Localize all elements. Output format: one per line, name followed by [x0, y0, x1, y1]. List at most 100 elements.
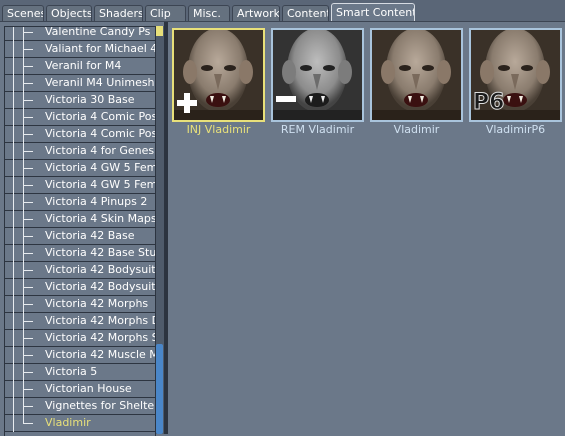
- p6-badge: P6: [472, 90, 505, 115]
- tree-guide-line: [13, 227, 14, 245]
- tree-item[interactable]: Victoria 4 GW 5 Female P: [5, 176, 155, 194]
- tree-branch-line: [23, 372, 33, 373]
- tree-branch-line: [23, 236, 33, 237]
- tree-item[interactable]: Victoria 4 Comic Pose Co: [5, 125, 155, 143]
- tree-item[interactable]: Veranil for M4: [5, 57, 155, 75]
- content-tree: Valentine Candy Ps Valiant for Michael 4 V…: [4, 26, 156, 436]
- tree-guide-line: [13, 125, 14, 143]
- tree-item[interactable]: Victoria 42 Bodysuit: [5, 261, 156, 279]
- tab-shaders[interactable]: Shaders: [94, 5, 143, 22]
- tree-guide-line: [13, 210, 14, 228]
- tree-item[interactable]: Valentine Candy Ps: [5, 27, 155, 41]
- content-tree-panel: Valentine Candy Ps Valiant for Michael 4 V…: [0, 22, 168, 436]
- tree-branch-line: [23, 151, 33, 152]
- tree-item-label: Victoria 4 Skin Maps St: [45, 212, 156, 225]
- tree-guide-line: [13, 261, 14, 279]
- tree-item[interactable]: Victoria 42 Morphs Dev: [5, 312, 155, 330]
- tree-item[interactable]: Victoria 4 Comic Pose Ca: [5, 108, 155, 126]
- tree-guide-line: [13, 57, 14, 75]
- tree-branch-line: [23, 355, 33, 356]
- scrollbar-top-marker: [156, 26, 163, 36]
- tree-branch-line: [23, 321, 33, 322]
- tree-guide-line: [13, 380, 14, 398]
- thumbnail-inj-vladimir[interactable]: INJ Vladimir: [172, 28, 265, 140]
- tree-item[interactable]: Victoria 42 Morphs Stu: [5, 329, 155, 347]
- thumbnail-caption: VladimirP6: [485, 123, 546, 136]
- tab-misc[interactable]: Misc.: [188, 5, 230, 22]
- tree-item[interactable]: Veranil M4 Unimesh Fit: [5, 74, 155, 92]
- thumbnail-rem-vladimir[interactable]: REM Vladimir: [271, 28, 364, 140]
- tree-branch-line: [23, 423, 33, 424]
- minus-icon: [275, 94, 297, 104]
- tree-item[interactable]: Victoria 42 Base: [5, 227, 155, 245]
- tree-guide-line: [13, 91, 14, 109]
- tree-guide-line: [13, 414, 14, 432]
- tree-item[interactable]: Victoria 42 Muscle Mor: [5, 346, 155, 364]
- thumbnail-image: [370, 28, 463, 122]
- thumbnail-caption: Vladimir: [393, 123, 440, 136]
- tab-objects[interactable]: Objects: [46, 5, 92, 22]
- tab-content[interactable]: Content: [282, 5, 329, 22]
- tree-item-label: Victoria 4 Comic Pose Ca: [45, 110, 155, 123]
- tree-branch-line: [23, 66, 33, 67]
- scrollbar-thumb[interactable]: [156, 344, 163, 434]
- tree-item[interactable]: Victoria 42 Morphs: [5, 295, 155, 313]
- tree-branch-line: [23, 287, 33, 288]
- tree-branch-line: [23, 32, 33, 33]
- tree-guide-line: [13, 295, 14, 313]
- tree-branch-line: [23, 338, 33, 339]
- thumbnail-vladimir[interactable]: Vladimir: [370, 28, 463, 140]
- tree-guide-line: [13, 176, 14, 194]
- tree-item[interactable]: Vignettes for Shelter: [5, 397, 156, 415]
- tree-item[interactable]: Victoria 30 Base: [5, 91, 155, 109]
- tree-guide-line: [13, 142, 14, 160]
- tree-item[interactable]: Victoria 4 Skin Maps St: [5, 210, 156, 228]
- tree-item-label: Vignettes for Shelter: [45, 399, 156, 412]
- tree-item[interactable]: Victoria 5: [5, 363, 155, 381]
- tree-item-label: Vladimir: [45, 416, 91, 429]
- tree-branch-line: [23, 134, 33, 135]
- tree-item-label: Veranil for M4: [45, 59, 122, 72]
- tree-item-label: Victoria 4 GW 5 Female: [45, 161, 156, 174]
- tree-item-label: Victoria 42 Muscle Mor: [45, 348, 155, 361]
- tree-item[interactable]: Valiant for Michael 4: [5, 40, 156, 58]
- plus-icon: [176, 92, 198, 114]
- tab-clip[interactable]: Clip: [145, 5, 186, 22]
- tree-branch-line: [23, 100, 33, 101]
- thumbnail-vladimir-p6[interactable]: P6 VladimirP6: [469, 28, 562, 140]
- tree-branch-line: [23, 168, 33, 169]
- tree-item[interactable]: Victoria 4 for Genesis: [5, 142, 155, 160]
- tree-scrollbar[interactable]: [155, 26, 164, 434]
- tree-item-label: Victoria 4 Pinups 2: [45, 195, 148, 208]
- tab-scenes[interactable]: Scenes: [2, 5, 44, 22]
- tree-item-label: Victoria 30 Base: [45, 93, 135, 106]
- tree-item[interactable]: Vladimir: [5, 414, 155, 432]
- tree-item[interactable]: Victoria 42 Bodysuit Ex: [5, 278, 156, 296]
- tree-item[interactable]: Victoria 42 Base Studio: [5, 244, 156, 262]
- tree-branch-line: [23, 49, 33, 50]
- tree-item-label: Victoria 42 Bodysuit Ex: [45, 280, 156, 293]
- tree-item-label: Victoria 42 Base Studio: [45, 246, 156, 259]
- tree-guide-line: [13, 329, 14, 347]
- tree-item-label: Victorian House: [45, 382, 132, 395]
- tree-guide-line: [13, 27, 14, 41]
- tab-artwork[interactable]: Artwork: [232, 5, 280, 22]
- tree-branch-line: [23, 406, 33, 407]
- tree-item[interactable]: Victorian House: [5, 380, 155, 398]
- thumbnail-caption: REM Vladimir: [280, 123, 355, 136]
- tree-branch-line: [23, 219, 33, 220]
- tree-item[interactable]: Victoria 4 Pinups 2: [5, 193, 155, 211]
- tree-item[interactable]: Victoria 4 GW 5 Female: [5, 159, 156, 177]
- tree-guide-line: [13, 363, 14, 381]
- tree-guide-line: [13, 193, 14, 211]
- tab-smart-content[interactable]: Smart Content: [331, 3, 415, 22]
- tree-item-label: Victoria 4 Comic Pose Co: [45, 127, 155, 140]
- tree-guide-line: [13, 346, 14, 364]
- tree-guide-line: [13, 40, 14, 58]
- tree-guide-line: [13, 244, 14, 262]
- tree-item-label: Victoria 42 Base: [45, 229, 135, 242]
- tree-item-label: Valiant for Michael 4: [45, 42, 156, 55]
- tree-branch-line: [23, 83, 33, 84]
- tree-branch-line: [23, 202, 33, 203]
- tree-item-label: Victoria 42 Bodysuit: [45, 263, 156, 276]
